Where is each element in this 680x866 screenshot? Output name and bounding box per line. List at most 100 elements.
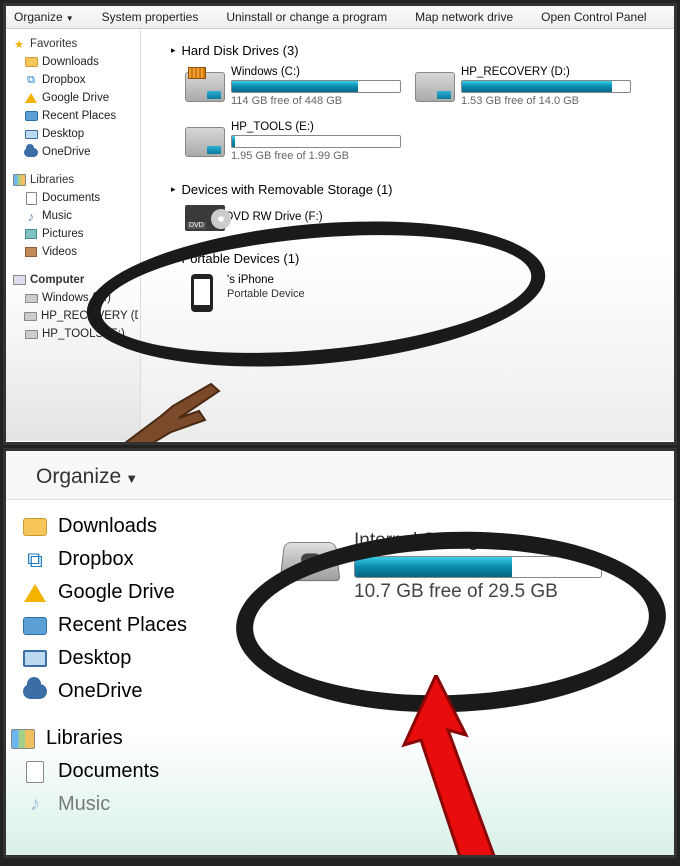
drive-name: HP_TOOLS (E:) xyxy=(231,121,415,133)
sidebar-item-label: Windows (C:) xyxy=(42,292,111,304)
dropdown-arrow-icon: ▼ xyxy=(125,471,138,486)
sidebar-item-pictures[interactable]: Pictures xyxy=(8,225,138,243)
libraries-icon xyxy=(13,174,26,186)
libraries-label: Libraries xyxy=(46,727,123,750)
drive-dvd-rw[interactable]: DVD DVD RW Drive (F:) xyxy=(185,205,415,231)
organize-label: Organize xyxy=(36,465,121,488)
organize-menu[interactable]: Organize▼ xyxy=(14,10,74,24)
sidebar-item-label: Videos xyxy=(42,246,77,258)
storage-bar-fill xyxy=(232,136,235,147)
favorites-label: Favorites xyxy=(30,38,77,50)
drive-internal-storage[interactable]: Internal Storage 10.7 GB free of 29.5 GB xyxy=(282,530,674,603)
drive-windows-c[interactable]: Windows (C:) 114 GB free of 448 GB xyxy=(185,66,415,107)
sidebar-item-documents[interactable]: Documents xyxy=(8,189,138,207)
dropdown-arrow-icon: ▼ xyxy=(66,14,74,23)
system-properties-button[interactable]: System properties xyxy=(102,10,199,24)
map-network-drive-button[interactable]: Map network drive xyxy=(415,10,513,24)
drive-hp-recovery-d[interactable]: HP_RECOVERY (D:) 1.53 GB free of 14.0 GB xyxy=(415,66,645,107)
sidebar-item-dropbox[interactable]: ⧉ Dropbox xyxy=(8,71,138,89)
collapse-triangle-icon: ▸ xyxy=(171,45,176,56)
drive-name: DVD RW Drive (F:) xyxy=(225,211,415,223)
drive-icon xyxy=(25,294,38,303)
sidebar-item-videos[interactable]: Videos xyxy=(8,243,138,261)
document-icon xyxy=(26,192,37,205)
sidebar-item-label: Recent Places xyxy=(42,110,116,122)
sidebar-item-label: Music xyxy=(58,793,110,816)
sidebar-item-label: OneDrive xyxy=(42,146,91,158)
sidebar-item-google-drive[interactable]: Google Drive xyxy=(22,576,212,609)
section-label: Portable Devices (1) xyxy=(182,251,300,266)
sidebar-item-label: Dropbox xyxy=(58,548,134,571)
drive-icon xyxy=(25,330,38,339)
drive-name: Windows (C:) xyxy=(231,66,415,78)
sidebar-item-label: Google Drive xyxy=(42,92,109,104)
computer-icon xyxy=(13,275,26,285)
sidebar-item-label: OneDrive xyxy=(58,680,142,703)
sidebar-item-desktop[interactable]: Desktop xyxy=(22,642,212,675)
uninstall-program-button[interactable]: Uninstall or change a program xyxy=(226,10,387,24)
dvd-drive-icon: DVD xyxy=(185,205,225,231)
sidebar-item-recent-places[interactable]: Recent Places xyxy=(8,107,138,125)
dropbox-icon: ⧉ xyxy=(24,73,38,87)
drive-hp-tools-e[interactable]: HP_TOOLS (E:) 1.95 GB free of 1.99 GB xyxy=(185,121,415,162)
folder-icon xyxy=(25,111,38,121)
sidebar-item-music[interactable]: ♪Music xyxy=(8,207,138,225)
sidebar-item-drive-e[interactable]: HP_TOOLS (E:) xyxy=(8,325,138,343)
section-removable-storage[interactable]: ▸Devices with Removable Storage (1) xyxy=(171,182,664,197)
sidebar-item-label: Downloads xyxy=(42,56,99,68)
storage-device-icon xyxy=(280,542,341,581)
sidebar-item-downloads[interactable]: Downloads xyxy=(8,53,138,71)
drive-free-text: 10.7 GB free of 29.5 GB xyxy=(354,581,602,603)
collapse-triangle-icon: ▸ xyxy=(171,253,176,264)
organize-menu[interactable]: Organize ▼ xyxy=(36,465,138,488)
sidebar-item-label: Recent Places xyxy=(58,614,187,637)
sidebar-item-onedrive[interactable]: OneDrive xyxy=(8,143,138,161)
sidebar-item-drive-d[interactable]: HP_RECOVERY (D:) xyxy=(8,307,138,325)
star-icon: ★ xyxy=(12,37,26,51)
toolbar: Organize ▼ xyxy=(6,451,674,500)
desktop-icon xyxy=(25,130,38,139)
computer-group[interactable]: Computer xyxy=(8,271,138,289)
sidebar-item-dropbox[interactable]: ⧉Dropbox xyxy=(22,543,212,576)
storage-bar xyxy=(231,80,401,93)
storage-bar xyxy=(354,556,602,578)
favorites-group[interactable]: ★ Favorites xyxy=(8,35,138,53)
sidebar-item-downloads[interactable]: Downloads xyxy=(22,510,212,543)
sidebar-item-desktop[interactable]: Desktop xyxy=(8,125,138,143)
navigation-pane: Downloads ⧉Dropbox Google Drive Recent P… xyxy=(6,500,216,852)
storage-bar-fill xyxy=(355,557,512,577)
sidebar-item-label: HP_RECOVERY (D:) xyxy=(41,310,138,322)
sidebar-item-recent-places[interactable]: Recent Places xyxy=(22,609,212,642)
device-subtitle: Portable Device xyxy=(227,288,415,300)
device-iphone[interactable]: 's iPhone Portable Device xyxy=(185,274,415,312)
sidebar-item-onedrive[interactable]: OneDrive xyxy=(22,675,212,708)
desktop-icon xyxy=(23,650,47,667)
sidebar-item-drive-c[interactable]: Windows (C:) xyxy=(8,289,138,307)
navigation-pane: ★ Favorites Downloads ⧉ Dropbox Google Dri… xyxy=(6,29,141,441)
sidebar-item-label: Google Drive xyxy=(58,581,175,604)
storage-bar-fill xyxy=(232,81,358,92)
sidebar-item-music[interactable]: ♪Music xyxy=(22,788,212,821)
sidebar-item-documents[interactable]: Documents xyxy=(22,755,212,788)
iphone-icon xyxy=(191,274,213,312)
sidebar-item-label: Music xyxy=(42,210,72,222)
libraries-group[interactable]: Libraries xyxy=(10,722,212,755)
sidebar-item-label: Dropbox xyxy=(42,74,85,86)
explorer-top-panel: Organize▼ System properties Uninstall or… xyxy=(3,3,677,445)
content-pane: ▸Hard Disk Drives (3) Windows (C:) 114 G… xyxy=(141,29,674,441)
folder-icon xyxy=(23,518,47,536)
storage-bar xyxy=(461,80,631,93)
sidebar-item-label: Desktop xyxy=(42,128,84,140)
device-name: 's iPhone xyxy=(227,274,415,286)
content-pane: Internal Storage 10.7 GB free of 29.5 GB xyxy=(216,500,674,852)
explorer-bottom-panel: Organize ▼ Downloads ⧉Dropbox Google Driv… xyxy=(3,448,677,858)
drive-free-text: 114 GB free of 448 GB xyxy=(231,95,415,107)
storage-bar xyxy=(231,135,401,148)
libraries-group[interactable]: Libraries xyxy=(8,171,138,189)
section-hard-disk-drives[interactable]: ▸Hard Disk Drives (3) xyxy=(171,43,664,58)
open-control-panel-button[interactable]: Open Control Panel xyxy=(541,10,646,24)
libraries-label: Libraries xyxy=(30,174,74,186)
sidebar-item-google-drive[interactable]: Google Drive xyxy=(8,89,138,107)
section-label: Devices with Removable Storage (1) xyxy=(182,182,393,197)
section-portable-devices[interactable]: ▸ Portable Devices (1) xyxy=(171,251,664,266)
